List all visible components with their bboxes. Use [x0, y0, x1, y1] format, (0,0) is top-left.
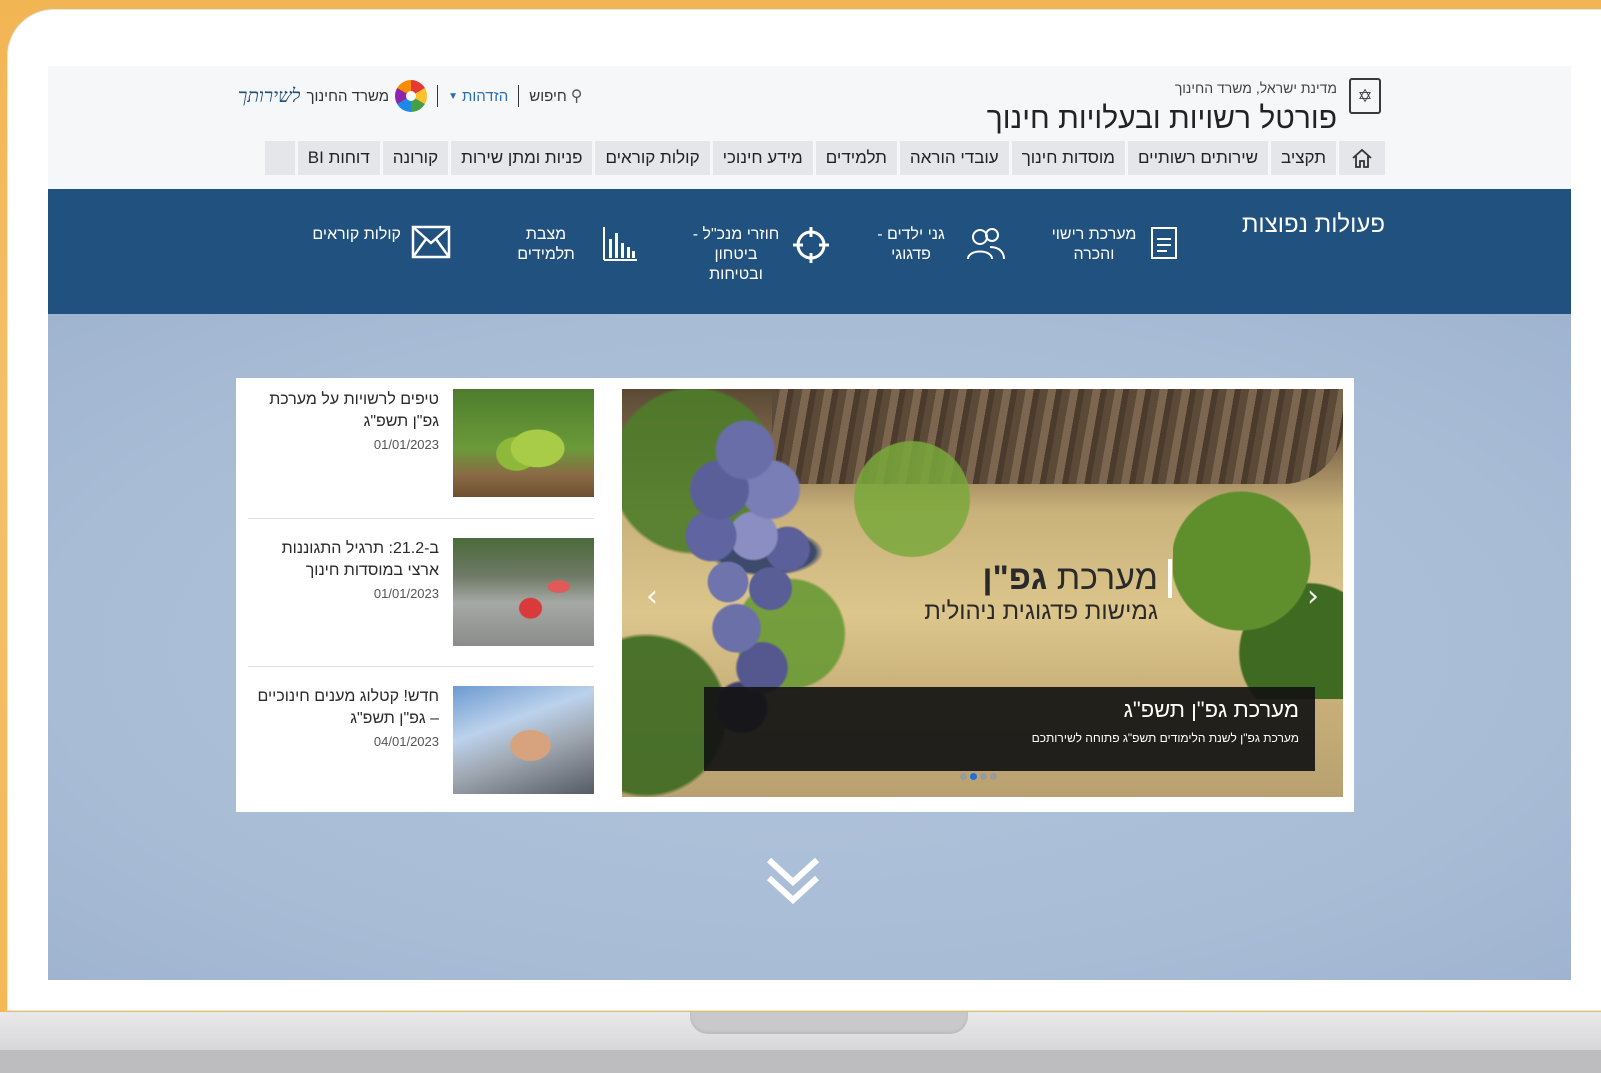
- browser-screen: ✡ מדינת ישראל, משרד החינוך פורטל רשויות …: [48, 66, 1571, 980]
- nav-spacer: [264, 141, 295, 175]
- nav-item-calls-for-proposals[interactable]: קולות קוראים: [595, 141, 710, 175]
- ministry-logo-script: לשירותך: [238, 84, 301, 107]
- news-list: טיפים לרשויות על מערכת גפ"ן תשפ"ג 01/01/…: [248, 389, 594, 801]
- slide-caption-text: מערכת גפ"ן לשנת הלימודים תשפ"ג פתוחה לשי…: [1031, 731, 1299, 745]
- utility-separator: [518, 85, 520, 107]
- ministry-logo-text: משרד החינוך: [306, 87, 390, 105]
- content-card: מערכת גפ"ן גמישות פדגוגית ניהולית מערכת …: [236, 378, 1354, 812]
- scroll-down-chevron-icon[interactable]: [763, 854, 823, 914]
- site-header: ✡ מדינת ישראל, משרד החינוך פורטל רשויות …: [48, 66, 1571, 189]
- portal-title[interactable]: פורטל רשויות ובעלויות חינוך: [987, 102, 1337, 136]
- main-navigation: תקציב שירותים רשותיים מוסדות חינוך עובדי…: [264, 141, 1385, 175]
- quick-actions-band: פעולות נפוצות מערכת רישוי והכרה גני ילדי…: [48, 189, 1571, 314]
- hero-slider[interactable]: מערכת גפ"ן גמישות פדגוגית ניהולית מערכת …: [622, 389, 1343, 797]
- news-divider: [248, 518, 594, 519]
- laptop-base-strip: [0, 1050, 1601, 1073]
- envelope-icon: [411, 225, 451, 268]
- news-title[interactable]: חדש! קטלוג מענים חינוכיים – גפ"ן תשפ"ג: [248, 686, 439, 730]
- news-item[interactable]: ב-21.2: תרגיל התגוננות ארצי במוסדות חינו…: [248, 538, 594, 676]
- top-utilities: לשירותך משרד החינוך ▼ הזדהות חיפוש ⚲: [238, 78, 582, 114]
- slider-prev-arrow-icon[interactable]: ‹: [646, 579, 658, 614]
- gov-line: מדינת ישראל, משרד החינוך: [1174, 80, 1337, 96]
- slider-dot[interactable]: [990, 773, 997, 780]
- news-date: 01/01/2023: [373, 437, 439, 452]
- slider-dot-active[interactable]: [970, 773, 977, 780]
- slider-next-arrow-icon[interactable]: ›: [1307, 579, 1319, 614]
- ministry-logo-icon: [395, 80, 428, 112]
- news-divider: [248, 666, 594, 667]
- slider-dot[interactable]: [960, 773, 967, 780]
- nav-item-municipal-services[interactable]: שירותים רשותיים: [1127, 141, 1269, 175]
- caret-down-icon: ▼: [448, 90, 458, 102]
- search-label: חיפוש: [529, 87, 567, 105]
- nav-item-budget[interactable]: תקציב: [1271, 141, 1336, 175]
- news-title[interactable]: ב-21.2: תרגיל התגוננות ארצי במוסדות חינו…: [248, 538, 439, 582]
- action-licensing[interactable]: מערכת רישוי והכרה: [1049, 225, 1179, 270]
- slide-caption[interactable]: מערכת גפ"ן תשפ"ג מערכת גפ"ן לשנת הלימודי…: [704, 687, 1315, 771]
- quick-actions-title: פעולות נפוצות: [1241, 211, 1385, 238]
- nav-item-students[interactable]: תלמידים: [815, 141, 897, 175]
- action-label: גני ילדים - פדגוגי: [877, 226, 945, 263]
- search-icon: ⚲: [570, 88, 583, 105]
- news-text: טיפים לרשויות על מערכת גפ"ן תשפ"ג 01/01/…: [248, 389, 439, 527]
- laptop-notch: [690, 1012, 968, 1034]
- nav-item-corona[interactable]: קורונה: [382, 141, 449, 175]
- action-kindergartens[interactable]: גני ילדים - פדגוגי: [866, 225, 1006, 270]
- slide-caption-title[interactable]: מערכת גפ"ן תשפ"ג: [720, 697, 1299, 723]
- action-label: קולות קוראים: [312, 226, 401, 243]
- news-text: חדש! קטלוג מענים חינוכיים – גפ"ן תשפ"ג 0…: [248, 686, 439, 824]
- state-emblem-icon: ✡: [1349, 78, 1381, 114]
- news-thumbnail[interactable]: [453, 686, 594, 794]
- login-label: הזדהות: [461, 87, 509, 105]
- search-button[interactable]: חיפוש ⚲: [529, 86, 582, 106]
- nav-home[interactable]: [1339, 141, 1385, 175]
- gefen-logo-bold: גפ"ן: [982, 559, 1048, 597]
- news-thumbnail[interactable]: [453, 538, 594, 646]
- slider-dots: [960, 773, 997, 780]
- crosshair-icon: [791, 225, 831, 274]
- document-icon: [1149, 225, 1179, 270]
- news-thumbnail[interactable]: [453, 389, 594, 497]
- news-date: 01/01/2023: [373, 586, 439, 601]
- users-icon: [966, 225, 1006, 270]
- action-label: מערכת רישוי והכרה: [1051, 226, 1137, 263]
- gefen-logo-light: מערכת: [1056, 559, 1158, 597]
- action-ceo-circulars[interactable]: חוזרי מנכ"ל - ביטחון ובטיחות: [691, 225, 831, 285]
- nav-item-bi-reports[interactable]: דוחות BI: [297, 141, 380, 175]
- main-content-area: מערכת גפ"ן גמישות פדגוגית ניהולית מערכת …: [48, 314, 1571, 980]
- nav-item-institutions[interactable]: מוסדות חינוך: [1011, 141, 1125, 175]
- news-date: 04/01/2023: [373, 734, 439, 749]
- nav-item-educational-info[interactable]: מידע חינוכי: [712, 141, 813, 175]
- gefen-logo: מערכת גפ"ן גמישות פדגוגית ניהולית: [892, 559, 1172, 626]
- news-text: ב-21.2: תרגיל התגוננות ארצי במוסדות חינו…: [248, 538, 439, 676]
- bar-chart-icon: [601, 225, 639, 272]
- news-item[interactable]: טיפים לרשויות על מערכת גפ"ן תשפ"ג 01/01/…: [248, 389, 594, 527]
- ministry-logo[interactable]: לשירותך משרד החינוך: [238, 80, 428, 112]
- home-icon: [1352, 148, 1372, 168]
- gefen-logo-main: מערכת גפ"ן: [892, 559, 1172, 598]
- slider-dot[interactable]: [980, 773, 987, 780]
- action-student-count[interactable]: מצבת תלמידים: [501, 225, 639, 272]
- nav-item-inquiries[interactable]: פניות ומתן שירות: [451, 141, 593, 175]
- nav-item-teachers[interactable]: עובדי הוראה: [899, 141, 1009, 175]
- utility-separator: [437, 85, 439, 107]
- news-item[interactable]: חדש! קטלוג מענים חינוכיים – גפ"ן תשפ"ג 0…: [248, 686, 594, 824]
- action-calls-for-proposals[interactable]: קולות קוראים: [312, 225, 451, 268]
- login-dropdown[interactable]: ▼ הזדהות: [448, 88, 508, 105]
- action-label: מצבת תלמידים: [517, 226, 575, 263]
- action-label: חוזרי מנכ"ל - ביטחון ובטיחות: [692, 226, 780, 283]
- gefen-logo-sub: גמישות פדגוגית ניהולית: [924, 598, 1158, 625]
- news-title[interactable]: טיפים לרשויות על מערכת גפ"ן תשפ"ג: [248, 389, 439, 433]
